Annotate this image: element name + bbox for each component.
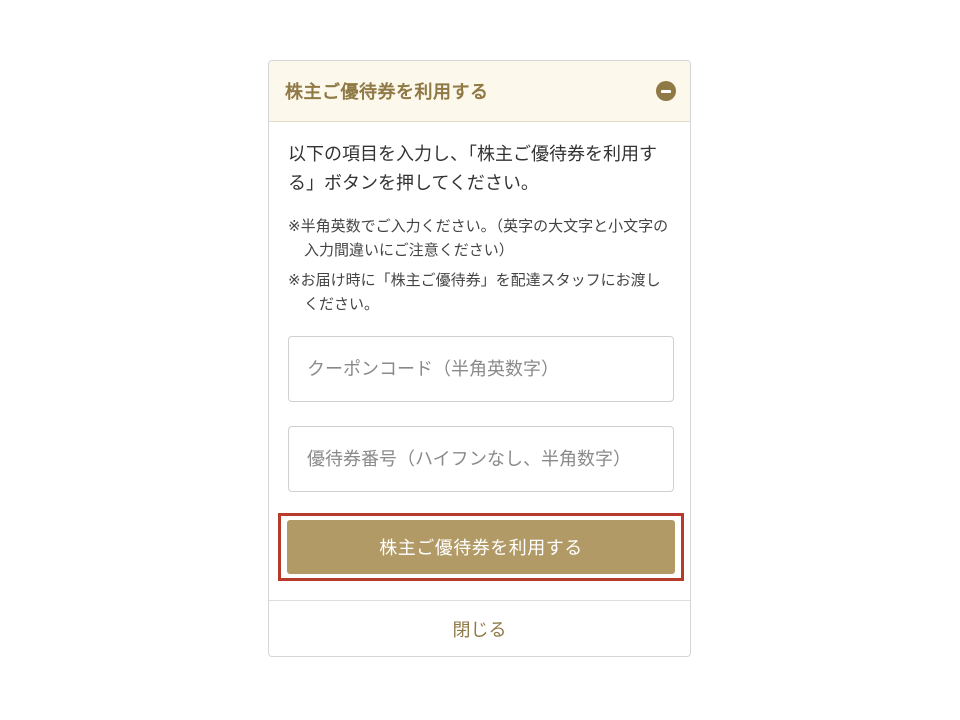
voucher-number-input[interactable] — [288, 426, 674, 492]
instruction-text: 以下の項目を入力し、「株主ご優待券を利用する」ボタンを押してください。 — [288, 144, 657, 194]
close-label: 閉じる — [452, 619, 507, 641]
submit-highlight-frame: 株主ご優待券を利用する — [278, 513, 684, 581]
use-voucher-button[interactable]: 株主ご優待券を利用する — [287, 520, 675, 574]
coupon-code-input[interactable] — [288, 336, 674, 402]
panel-title: 株主ご優待券を利用する — [285, 82, 489, 103]
note-case-sensitive: ※半角英数でご入力ください。（英字の大文字と小文字の入力間違いにご注意ください） — [288, 217, 669, 259]
panel-header[interactable]: 株主ご優待券を利用する — [269, 61, 690, 122]
coupon-panel: 株主ご優待券を利用する 以下の項目を入力し、「株主ご優待券を利用する」ボタンを押… — [268, 60, 691, 657]
panel-body: 以下の項目を入力し、「株主ご優待券を利用する」ボタンを押してください。 ※半角英… — [269, 122, 690, 581]
note-hand-voucher: ※お届け時に「株主ご優待券」を配達スタッフにお渡しください。 — [288, 271, 661, 313]
close-button[interactable]: 閉じる — [269, 600, 690, 656]
collapse-minus-icon[interactable] — [656, 81, 676, 101]
